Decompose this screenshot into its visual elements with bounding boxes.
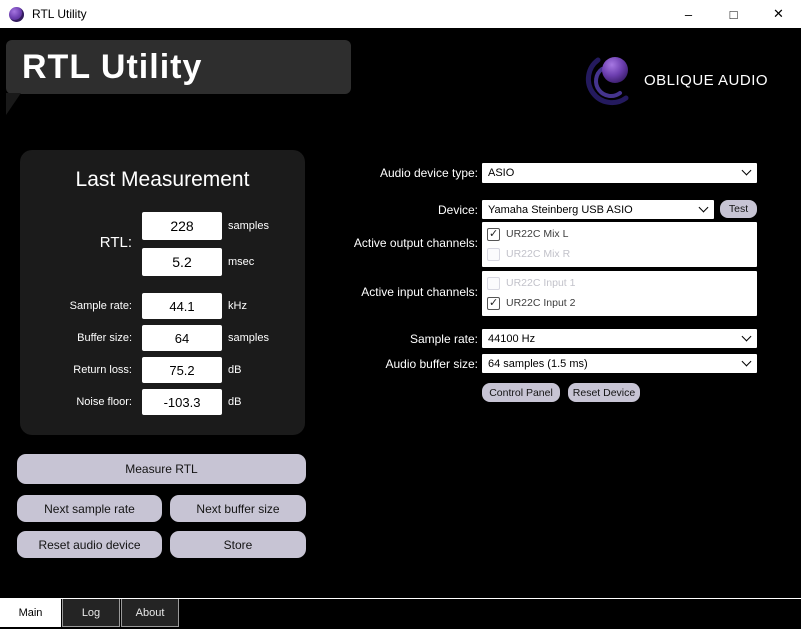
input-channels-list[interactable]: UR22C Input 1 UR22C Input 2 xyxy=(482,271,757,316)
rtl-label: RTL: xyxy=(99,234,132,251)
maximize-button[interactable]: □ xyxy=(711,0,756,28)
rtl-utility-window: RTL Utility – □ ✕ RTL Utility OBLIQUE AU… xyxy=(0,0,801,629)
title-bar: RTL Utility – □ ✕ xyxy=(0,0,801,28)
checkbox-icon[interactable] xyxy=(487,227,500,241)
measurement-title: Last Measurement xyxy=(75,168,250,191)
close-button[interactable]: ✕ xyxy=(756,0,801,28)
output-channels-list[interactable]: UR22C Mix L UR22C Mix R xyxy=(482,222,757,267)
channel-label: UR22C Input 2 xyxy=(506,297,576,309)
sample-rate-unit: kHz xyxy=(228,300,247,312)
sample-rate-value: 44.1 xyxy=(142,293,222,319)
reset-audio-device-button[interactable]: Reset audio device xyxy=(17,531,162,558)
audio-device-type-label: Audio device type: xyxy=(379,166,478,180)
device-label: Device: xyxy=(437,203,478,217)
reset-device-button[interactable]: Reset Device xyxy=(568,383,640,402)
sample-rate-label: Sample rate: xyxy=(69,300,132,312)
minimize-button[interactable]: – xyxy=(666,0,711,28)
channel-label: UR22C Input 1 xyxy=(506,277,576,289)
noise-floor-unit: dB xyxy=(228,396,242,408)
output-channel-row[interactable]: UR22C Mix L xyxy=(482,224,757,244)
tab-main[interactable]: Main xyxy=(0,599,61,627)
chevron-down-icon xyxy=(741,356,752,366)
control-panel-button[interactable]: Control Panel xyxy=(482,383,560,402)
audio-buffer-size-label: Audio buffer size: xyxy=(385,357,478,371)
sample-rate-select-value: 44100 Hz xyxy=(488,332,536,345)
audio-device-type-select[interactable]: ASIO xyxy=(482,163,757,183)
noise-floor-value: -103.3 xyxy=(142,389,222,415)
rtl-msec-unit: msec xyxy=(228,256,255,268)
input-channel-row[interactable]: UR22C Input 2 xyxy=(482,293,757,313)
audio-buffer-size-value: 64 samples (1.5 ms) xyxy=(488,357,588,370)
return-loss-unit: dB xyxy=(228,364,242,376)
rtl-samples-value: 228 xyxy=(142,212,222,240)
store-button[interactable]: Store xyxy=(170,531,306,558)
sample-rate-select-label: Sample rate: xyxy=(409,332,478,346)
tab-about[interactable]: About xyxy=(121,599,179,627)
sample-rate-select[interactable]: 44100 Hz xyxy=(482,329,757,348)
tab-bar: Main Log About xyxy=(0,598,801,627)
banner-fold-decoration xyxy=(6,93,21,115)
chevron-down-icon xyxy=(741,165,752,176)
window-title: RTL Utility xyxy=(32,7,87,21)
app-header-banner: RTL Utility xyxy=(6,40,351,94)
buffer-size-value: 64 xyxy=(142,325,222,351)
audio-buffer-size-select[interactable]: 64 samples (1.5 ms) xyxy=(482,354,757,373)
next-buffer-size-button[interactable]: Next buffer size xyxy=(170,495,306,522)
checkbox-icon[interactable] xyxy=(487,247,500,261)
active-output-channels-label: Active output channels: xyxy=(353,236,478,250)
rtl-msec-value: 5.2 xyxy=(142,248,222,276)
buffer-size-unit: samples xyxy=(228,332,269,344)
oblique-audio-logo: OBLIQUE AUDIO xyxy=(584,52,768,108)
checkbox-icon[interactable] xyxy=(487,276,500,290)
window-controls: – □ ✕ xyxy=(666,0,801,28)
output-channel-row[interactable]: UR22C Mix R xyxy=(482,244,757,264)
oblique-audio-logo-icon xyxy=(585,57,629,106)
audio-device-type-value: ASIO xyxy=(488,167,515,179)
next-sample-rate-button[interactable]: Next sample rate xyxy=(17,495,162,522)
input-channel-row[interactable]: UR22C Input 1 xyxy=(482,273,757,293)
rtl-samples-unit: samples xyxy=(228,220,269,232)
last-measurement-card: Last Measurement RTL: 228 samples 5.2 ms… xyxy=(20,150,305,435)
app-icon xyxy=(9,6,24,22)
tab-log[interactable]: Log xyxy=(62,599,120,627)
chevron-down-icon xyxy=(698,202,709,212)
device-value: Yamaha Steinberg USB ASIO xyxy=(488,203,633,216)
page-title: RTL Utility xyxy=(22,47,203,86)
channel-label: UR22C Mix R xyxy=(506,248,571,260)
return-loss-value: 75.2 xyxy=(142,357,222,383)
device-select[interactable]: Yamaha Steinberg USB ASIO xyxy=(482,200,714,219)
active-input-channels-label: Active input channels: xyxy=(361,285,478,299)
buffer-size-label: Buffer size: xyxy=(77,332,132,344)
noise-floor-label: Noise floor: xyxy=(76,396,132,408)
brand-name: OBLIQUE AUDIO xyxy=(644,71,769,89)
measure-rtl-button[interactable]: Measure RTL xyxy=(17,454,306,484)
chevron-down-icon xyxy=(741,331,752,341)
channel-label: UR22C Mix L xyxy=(506,228,569,240)
test-button[interactable]: Test xyxy=(720,200,757,218)
checkbox-icon[interactable] xyxy=(487,296,500,310)
return-loss-label: Return loss: xyxy=(73,364,132,376)
